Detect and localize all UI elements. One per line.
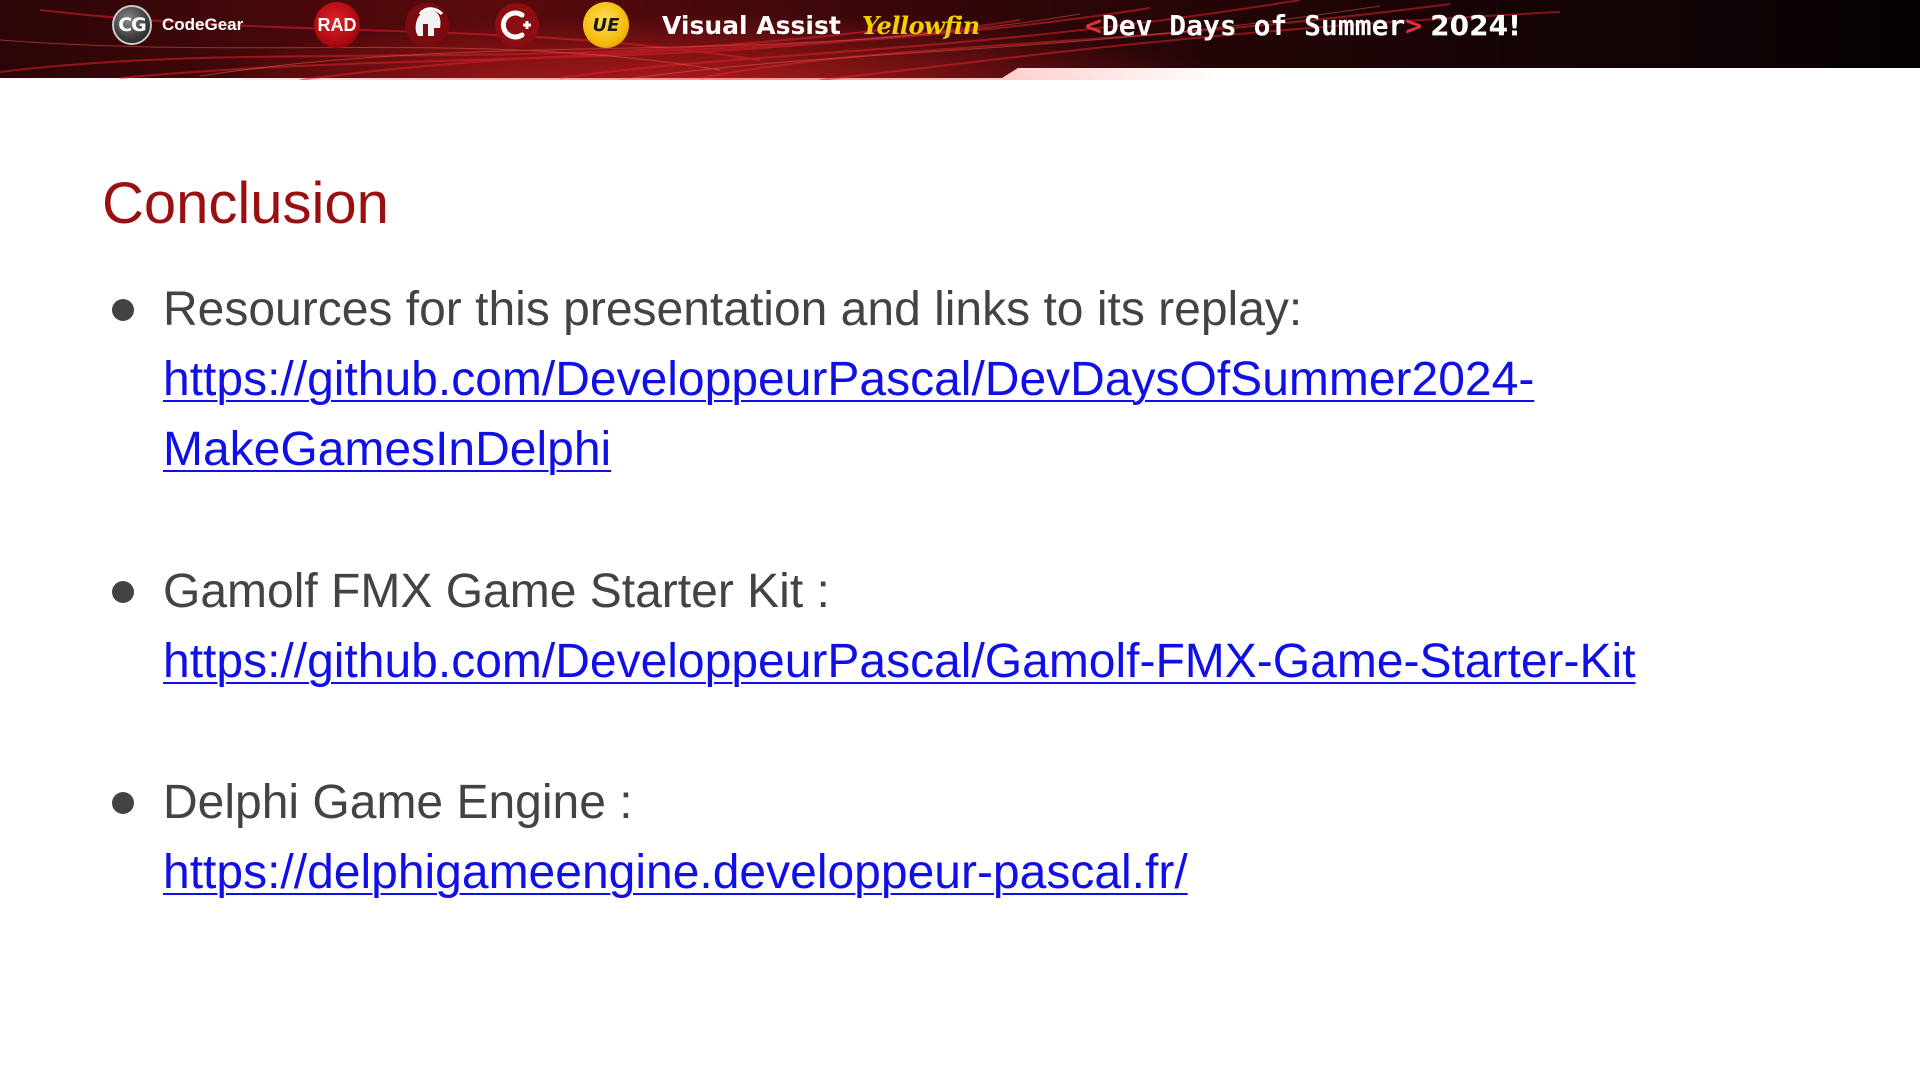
event-close-bracket: > bbox=[1405, 8, 1423, 42]
ue-logo: UE bbox=[583, 0, 629, 50]
rad-badge-icon: RAD bbox=[314, 2, 360, 48]
bullet-dot-icon bbox=[112, 299, 134, 321]
codegear-badge-icon: CG bbox=[112, 5, 152, 45]
slide-title: Conclusion bbox=[102, 171, 389, 236]
bullet-dot-icon bbox=[112, 581, 134, 603]
bullet-label: Delphi Game Engine : bbox=[163, 776, 633, 829]
spartan-helmet-icon bbox=[404, 0, 450, 50]
codegear-logo: CG CodeGear bbox=[112, 0, 243, 50]
event-year: 2024! bbox=[1430, 8, 1521, 42]
yellowfin-logo: Yellowfin bbox=[862, 10, 980, 40]
slide: CG CodeGear RAD UE Visual Assist Yellowf… bbox=[0, 0, 1920, 1080]
bullet-label: Resources for this presentation and link… bbox=[163, 283, 1303, 336]
event-title: < Dev Days of Summer >2024! bbox=[1085, 0, 1521, 50]
event-name: Dev Days of Summer bbox=[1101, 8, 1406, 42]
event-open-bracket: < bbox=[1085, 8, 1102, 42]
bullet-body: Gamolf FMX Game Starter Kit : https://gi… bbox=[163, 557, 1783, 697]
codegear-text: CodeGear bbox=[162, 15, 244, 34]
cpp-builder-icon bbox=[494, 0, 540, 50]
bullet-body: Resources for this presentation and link… bbox=[163, 275, 1783, 485]
game-engine-link[interactable]: https://delphigameengine.developpeur-pas… bbox=[163, 838, 1783, 908]
ue-badge-icon: UE bbox=[583, 2, 629, 48]
bullet-body: Delphi Game Engine : https://delphigamee… bbox=[163, 768, 1783, 908]
sponsor-banner: CG CodeGear RAD UE Visual Assist Yellowf… bbox=[0, 0, 1920, 80]
starter-kit-link[interactable]: https://github.com/DeveloppeurPascal/Gam… bbox=[163, 627, 1783, 697]
rad-logo: RAD bbox=[314, 0, 360, 50]
visual-assist-logo: Visual Assist bbox=[662, 10, 841, 40]
resources-link[interactable]: https://github.com/DeveloppeurPascal/Dev… bbox=[163, 345, 1783, 485]
bullet-label: Gamolf FMX Game Starter Kit : bbox=[163, 565, 830, 618]
bullet-dot-icon bbox=[112, 792, 134, 814]
